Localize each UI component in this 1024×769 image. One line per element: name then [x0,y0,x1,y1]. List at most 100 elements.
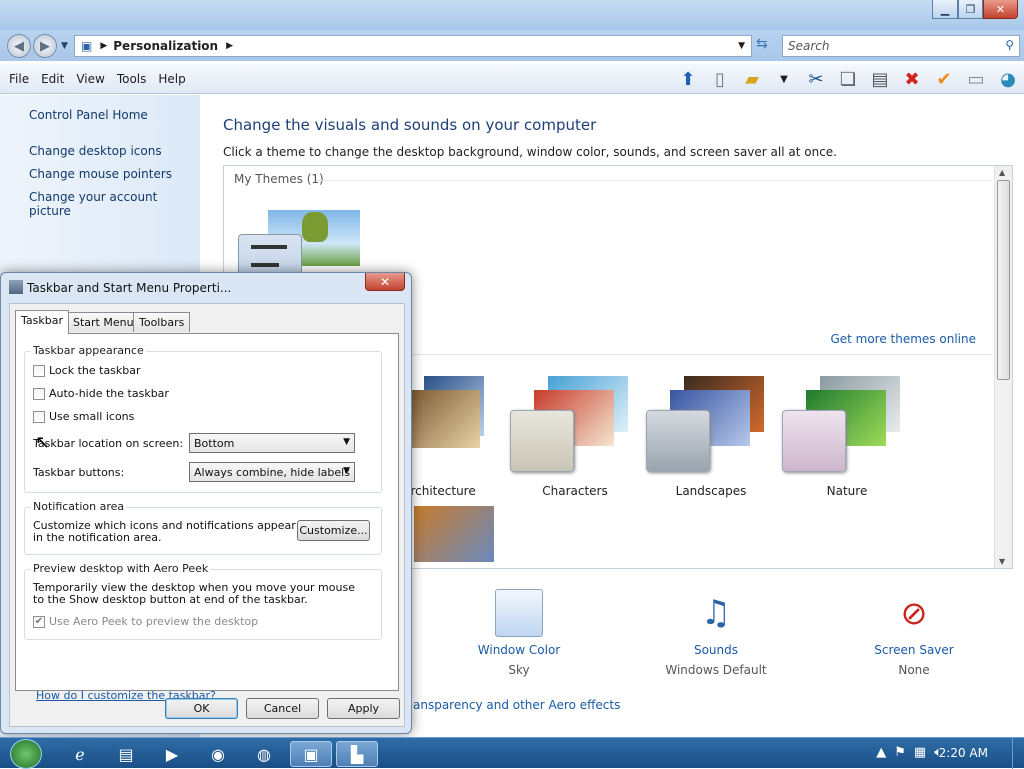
properties-icon[interactable]: ▭ [964,67,988,91]
change-mouse-pointers-link[interactable]: Change mouse pointers [29,167,172,181]
dialog-body: Taskbar Start Menu Toolbars Taskbar appe… [9,303,405,727]
aero-peek-checkbox[interactable]: ✔ Use Aero Peek to preview the desktop [33,615,258,628]
menu-tools[interactable]: Tools [117,72,147,86]
taskbar: ℯ ▤ ▶ ◉ ◍ ▣ ▙ ▲ ⚑ ▦ 🔈︎ 2:20 AM [0,737,1024,769]
minimize-button[interactable]: ▁ [932,0,958,19]
network-icon[interactable]: ▦ [914,745,926,760]
customize-button[interactable]: Customize... [297,520,370,541]
menu-view[interactable]: View [76,72,104,86]
page-title: Change the visuals and sounds on your co… [223,116,597,134]
taskbar-properties-taskbar-icon[interactable]: ▙ [336,741,378,767]
cut-icon[interactable]: ✂ [804,67,828,91]
breadcrumb-location[interactable]: Personalization [113,39,218,53]
screen-saver-label: Screen Saver [874,643,954,657]
theme-list-scrollbar[interactable]: ▲ ▼ [994,166,1012,568]
my-theme-picture [302,212,328,242]
divider [316,180,992,181]
delete-icon[interactable]: ✖ [900,67,924,91]
show-hidden-icons-icon[interactable]: ▲ [876,745,886,760]
search-input[interactable]: Search ⚲ [782,35,1020,57]
window-color-item[interactable]: Window Color Sky [449,589,589,677]
maximize-button[interactable]: ❐ [958,0,983,19]
change-account-picture-link[interactable]: Change your account picture [29,190,200,218]
sounds-item[interactable]: ♫ Sounds Windows Default [646,589,786,677]
autohide-checkbox[interactable]: Auto-hide the taskbar [33,387,169,400]
chevron-down-icon: ▼ [343,466,350,476]
chevron-down-icon: ▼ [343,437,350,447]
small-icons-checkbox[interactable]: Use small icons [33,410,134,423]
screen-saver-item[interactable]: ⊘ Screen Saver None [844,589,984,677]
check-icon[interactable]: ✔ [932,67,956,91]
scroll-down-icon[interactable]: ▼ [999,557,1005,566]
firefox-icon[interactable]: ◍ [244,741,284,767]
refresh-icon[interactable]: ⇆ [756,36,776,56]
search-icon[interactable]: ⚲ [1005,38,1014,52]
forward-button[interactable]: ▶ [33,34,57,58]
tab-start-menu[interactable]: Start Menu [67,312,140,332]
screen-saver-value: None [898,663,930,677]
menu-file[interactable]: File [9,72,29,86]
apply-button[interactable]: Apply [327,698,400,719]
folder-icon[interactable]: ▰ [740,67,764,91]
aero-effects-link[interactable]: ansparency and other Aero effects [413,698,620,712]
up-icon[interactable]: ⬆ [676,67,700,91]
change-desktop-icons-link[interactable]: Change desktop icons [29,144,162,158]
notification-description: Customize which icons and notifications … [33,519,296,544]
dialog-title: Taskbar and Start Menu Properti... [27,281,232,295]
action-center-icon[interactable]: ⚑ [894,745,906,760]
buttons-select[interactable]: Always combine, hide labels ▼ [189,462,355,482]
checkbox-label: Lock the taskbar [49,364,141,377]
cancel-button[interactable]: Cancel [246,698,319,719]
start-button[interactable] [10,739,42,769]
control-panel-taskbar-icon[interactable]: ▣ [290,741,332,767]
menu-edit[interactable]: Edit [41,72,64,86]
globe-icon[interactable]: ◕ [996,67,1020,91]
theme-landscapes[interactable] [646,376,766,476]
my-themes-header: My Themes (1) [234,172,324,186]
sounds-label: Sounds [693,643,739,657]
mouse-cursor-icon: ↖ [35,432,51,453]
copy-icon[interactable]: ❏ [836,67,860,91]
aero-peek-group: Preview desktop with Aero Peek Temporari… [24,562,382,640]
control-panel-home-link[interactable]: Control Panel Home [29,108,148,122]
tab-toolbars[interactable]: Toolbars [133,312,191,332]
get-more-themes-link[interactable]: Get more themes online [830,332,976,346]
folder-dropdown-icon[interactable]: ▼ [772,67,796,91]
menu-help[interactable]: Help [158,72,185,86]
taskbar-properties-dialog: Taskbar and Start Menu Properti... ✕ Tas… [0,272,412,734]
buttons-value: Always combine, hide labels [194,466,350,479]
theme-label-nature: Nature [826,484,868,498]
paste-icon[interactable]: ▤ [868,67,892,91]
theme-characters[interactable] [510,376,630,476]
theme-nature[interactable] [782,376,902,476]
scroll-up-icon[interactable]: ▲ [999,168,1005,177]
internet-explorer-icon[interactable]: ℯ [60,741,100,767]
group-title: Preview desktop with Aero Peek [31,562,211,575]
back-button[interactable]: ◀ [7,34,31,58]
ok-button[interactable]: OK [165,698,238,719]
theme-fifth[interactable] [414,506,494,562]
address-bar[interactable]: ▣ ▶ Personalization ▶ ▼ [74,35,752,57]
chrome-icon[interactable]: ◉ [198,741,238,767]
screen-saver-icon: ⊘ [900,594,928,632]
window-controls: ▁ ❐ ✕ [932,0,1018,20]
window-titlebar: ▁ ❐ ✕ [0,0,1024,30]
scrollbar-thumb[interactable] [997,180,1010,380]
close-button[interactable]: ✕ [983,0,1018,19]
tab-taskbar[interactable]: Taskbar [15,310,69,334]
group-title: Taskbar appearance [31,344,146,357]
checkbox-label: Auto-hide the taskbar [49,387,169,400]
media-player-icon[interactable]: ▶ [152,741,192,767]
theme-architecture[interactable] [410,376,496,448]
address-dropdown-icon[interactable]: ▼ [738,41,745,51]
location-select[interactable]: Bottom ▼ [189,433,355,453]
show-desktop-button[interactable] [1012,738,1024,769]
notification-area-group: Notification area Customize which icons … [24,500,382,555]
clock[interactable]: 2:20 AM [939,746,988,760]
folders-pane-icon[interactable]: ▯ [708,67,732,91]
dialog-close-button[interactable]: ✕ [365,273,405,291]
lock-taskbar-checkbox[interactable]: Lock the taskbar [33,364,141,377]
explorer-folder-icon[interactable]: ▤ [106,741,146,767]
group-title: Notification area [31,500,127,513]
recent-pages-icon[interactable]: ▼ [61,41,68,51]
